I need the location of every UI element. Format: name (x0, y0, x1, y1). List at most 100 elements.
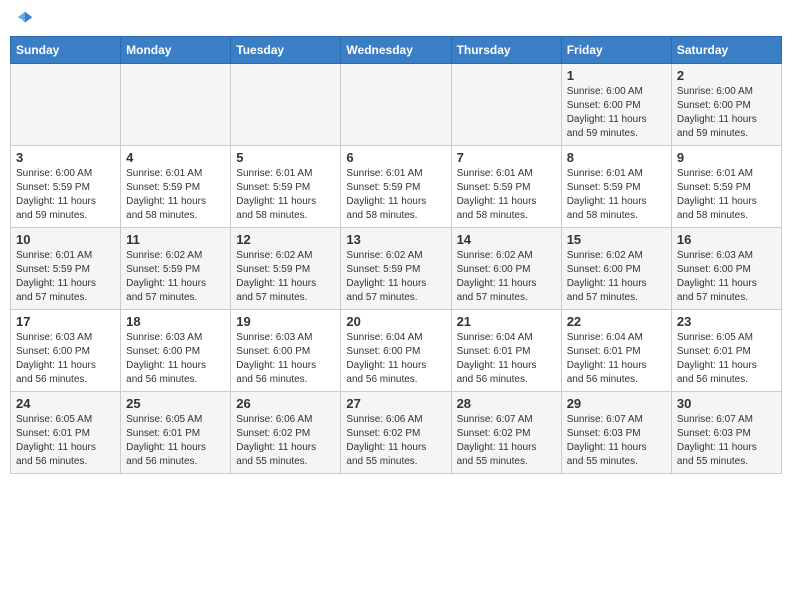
day-info: Sunrise: 6:02 AM Sunset: 6:00 PM Dayligh… (567, 249, 666, 305)
day-number: 7 (457, 150, 556, 165)
day-info: Sunrise: 6:06 AM Sunset: 6:02 PM Dayligh… (346, 413, 445, 469)
calendar-day-cell: 3 Sunrise: 6:00 AM Sunset: 5:59 PM Daylig… (11, 146, 121, 228)
calendar-day-cell: 17 Sunrise: 6:03 AM Sunset: 6:00 PM Dayli… (11, 310, 121, 392)
calendar-day-cell: 29Sunrise: 6:07 AM Sunset: 6:03 PM Dayli… (561, 392, 671, 474)
calendar-day-cell: 7 Sunrise: 6:01 AM Sunset: 5:59 PM Daylig… (451, 146, 561, 228)
calendar-day-cell: 24 Sunrise: 6:05 AM Sunset: 6:01 PM Dayli… (11, 392, 121, 474)
calendar-week-row: 3 Sunrise: 6:00 AM Sunset: 5:59 PM Daylig… (11, 146, 782, 228)
logo-flag-icon (16, 10, 34, 28)
day-info: Sunrise: 6:05 AM Sunset: 6:01 PM Dayligh… (677, 331, 776, 387)
calendar-day-cell: 4 Sunrise: 6:01 AM Sunset: 5:59 PM Daylig… (121, 146, 231, 228)
day-number: 20 (346, 314, 445, 329)
calendar-day-cell: 11 Sunrise: 6:02 AM Sunset: 5:59 PM Dayli… (121, 228, 231, 310)
calendar-day-header: Sunday (11, 37, 121, 64)
calendar-day-cell: 18 Sunrise: 6:03 AM Sunset: 6:00 PM Dayli… (121, 310, 231, 392)
calendar-day-cell: 8Sunrise: 6:01 AM Sunset: 5:59 PM Daylig… (561, 146, 671, 228)
day-number: 3 (16, 150, 115, 165)
day-number: 1 (567, 68, 666, 83)
calendar-day-cell: 12 Sunrise: 6:02 AM Sunset: 5:59 PM Dayli… (231, 228, 341, 310)
day-number: 24 (16, 396, 115, 411)
calendar-week-row: 17 Sunrise: 6:03 AM Sunset: 6:00 PM Dayli… (11, 310, 782, 392)
day-info: Sunrise: 6:02 AM Sunset: 5:59 PM Dayligh… (236, 249, 335, 305)
calendar-day-header: Thursday (451, 37, 561, 64)
day-number: 4 (126, 150, 225, 165)
calendar-day-cell: 14 Sunrise: 6:02 AM Sunset: 6:00 PM Dayli… (451, 228, 561, 310)
day-info: Sunrise: 6:03 AM Sunset: 6:00 PM Dayligh… (236, 331, 335, 387)
day-number: 17 (16, 314, 115, 329)
day-info: Sunrise: 6:07 AM Sunset: 6:03 PM Dayligh… (567, 413, 666, 469)
day-info: Sunrise: 6:04 AM Sunset: 6:00 PM Dayligh… (346, 331, 445, 387)
calendar-day-header: Friday (561, 37, 671, 64)
calendar-day-header: Monday (121, 37, 231, 64)
day-number: 21 (457, 314, 556, 329)
day-number: 22 (567, 314, 666, 329)
calendar-day-cell: 25Sunrise: 6:05 AM Sunset: 6:01 PM Dayli… (121, 392, 231, 474)
calendar-day-cell: 21Sunrise: 6:04 AM Sunset: 6:01 PM Dayli… (451, 310, 561, 392)
header (10, 10, 782, 28)
calendar-day-cell: 1 Sunrise: 6:00 AM Sunset: 6:00 PM Daylig… (561, 64, 671, 146)
day-info: Sunrise: 6:00 AM Sunset: 5:59 PM Dayligh… (16, 167, 115, 223)
day-number: 12 (236, 232, 335, 247)
day-info: Sunrise: 6:07 AM Sunset: 6:03 PM Dayligh… (677, 413, 776, 469)
day-info: Sunrise: 6:05 AM Sunset: 6:01 PM Dayligh… (126, 413, 225, 469)
day-number: 9 (677, 150, 776, 165)
day-info: Sunrise: 6:01 AM Sunset: 5:59 PM Dayligh… (236, 167, 335, 223)
calendar-week-row: 24 Sunrise: 6:05 AM Sunset: 6:01 PM Dayli… (11, 392, 782, 474)
day-info: Sunrise: 6:01 AM Sunset: 5:59 PM Dayligh… (457, 167, 556, 223)
calendar-week-row: 10 Sunrise: 6:01 AM Sunset: 5:59 PM Dayli… (11, 228, 782, 310)
calendar-day-cell (11, 64, 121, 146)
calendar-day-cell: 28Sunrise: 6:07 AM Sunset: 6:02 PM Dayli… (451, 392, 561, 474)
calendar-table: SundayMondayTuesdayWednesdayThursdayFrid… (10, 36, 782, 474)
calendar-day-cell: 13 Sunrise: 6:02 AM Sunset: 5:59 PM Dayli… (341, 228, 451, 310)
day-number: 13 (346, 232, 445, 247)
day-info: Sunrise: 6:06 AM Sunset: 6:02 PM Dayligh… (236, 413, 335, 469)
calendar-day-cell (451, 64, 561, 146)
calendar-day-cell: 22Sunrise: 6:04 AM Sunset: 6:01 PM Dayli… (561, 310, 671, 392)
calendar-day-header: Tuesday (231, 37, 341, 64)
logo (14, 10, 34, 28)
calendar-day-cell: 15 Sunrise: 6:02 AM Sunset: 6:00 PM Dayli… (561, 228, 671, 310)
day-info: Sunrise: 6:00 AM Sunset: 6:00 PM Dayligh… (567, 85, 666, 141)
calendar-day-cell: 16 Sunrise: 6:03 AM Sunset: 6:00 PM Dayli… (671, 228, 781, 310)
day-info: Sunrise: 6:02 AM Sunset: 5:59 PM Dayligh… (126, 249, 225, 305)
day-info: Sunrise: 6:07 AM Sunset: 6:02 PM Dayligh… (457, 413, 556, 469)
day-number: 27 (346, 396, 445, 411)
day-info: Sunrise: 6:05 AM Sunset: 6:01 PM Dayligh… (16, 413, 115, 469)
day-info: Sunrise: 6:03 AM Sunset: 6:00 PM Dayligh… (126, 331, 225, 387)
calendar-day-cell (121, 64, 231, 146)
day-info: Sunrise: 6:01 AM Sunset: 5:59 PM Dayligh… (126, 167, 225, 223)
day-number: 26 (236, 396, 335, 411)
day-number: 14 (457, 232, 556, 247)
day-number: 23 (677, 314, 776, 329)
day-number: 5 (236, 150, 335, 165)
calendar-day-cell: 30Sunrise: 6:07 AM Sunset: 6:03 PM Dayli… (671, 392, 781, 474)
day-number: 19 (236, 314, 335, 329)
day-info: Sunrise: 6:03 AM Sunset: 6:00 PM Dayligh… (677, 249, 776, 305)
day-info: Sunrise: 6:02 AM Sunset: 6:00 PM Dayligh… (457, 249, 556, 305)
calendar-day-cell (231, 64, 341, 146)
day-info: Sunrise: 6:01 AM Sunset: 5:59 PM Dayligh… (567, 167, 666, 223)
calendar-header-row: SundayMondayTuesdayWednesdayThursdayFrid… (11, 37, 782, 64)
calendar-day-cell: 23 Sunrise: 6:05 AM Sunset: 6:01 PM Dayli… (671, 310, 781, 392)
calendar-day-cell: 20 Sunrise: 6:04 AM Sunset: 6:00 PM Dayli… (341, 310, 451, 392)
calendar-day-cell: 19 Sunrise: 6:03 AM Sunset: 6:00 PM Dayli… (231, 310, 341, 392)
day-number: 2 (677, 68, 776, 83)
day-info: Sunrise: 6:02 AM Sunset: 5:59 PM Dayligh… (346, 249, 445, 305)
calendar-day-cell: 5 Sunrise: 6:01 AM Sunset: 5:59 PM Daylig… (231, 146, 341, 228)
day-info: Sunrise: 6:01 AM Sunset: 5:59 PM Dayligh… (16, 249, 115, 305)
day-number: 10 (16, 232, 115, 247)
day-number: 16 (677, 232, 776, 247)
calendar-week-row: 1 Sunrise: 6:00 AM Sunset: 6:00 PM Daylig… (11, 64, 782, 146)
day-number: 11 (126, 232, 225, 247)
day-info: Sunrise: 6:01 AM Sunset: 5:59 PM Dayligh… (677, 167, 776, 223)
day-number: 15 (567, 232, 666, 247)
calendar-day-cell: 6Sunrise: 6:01 AM Sunset: 5:59 PM Daylig… (341, 146, 451, 228)
calendar-day-cell: 26 Sunrise: 6:06 AM Sunset: 6:02 PM Dayli… (231, 392, 341, 474)
day-info: Sunrise: 6:03 AM Sunset: 6:00 PM Dayligh… (16, 331, 115, 387)
calendar-day-header: Saturday (671, 37, 781, 64)
calendar-day-cell (341, 64, 451, 146)
calendar-day-cell: 2Sunrise: 6:00 AM Sunset: 6:00 PM Daylig… (671, 64, 781, 146)
day-number: 18 (126, 314, 225, 329)
calendar-day-cell: 10 Sunrise: 6:01 AM Sunset: 5:59 PM Dayli… (11, 228, 121, 310)
day-number: 6 (346, 150, 445, 165)
